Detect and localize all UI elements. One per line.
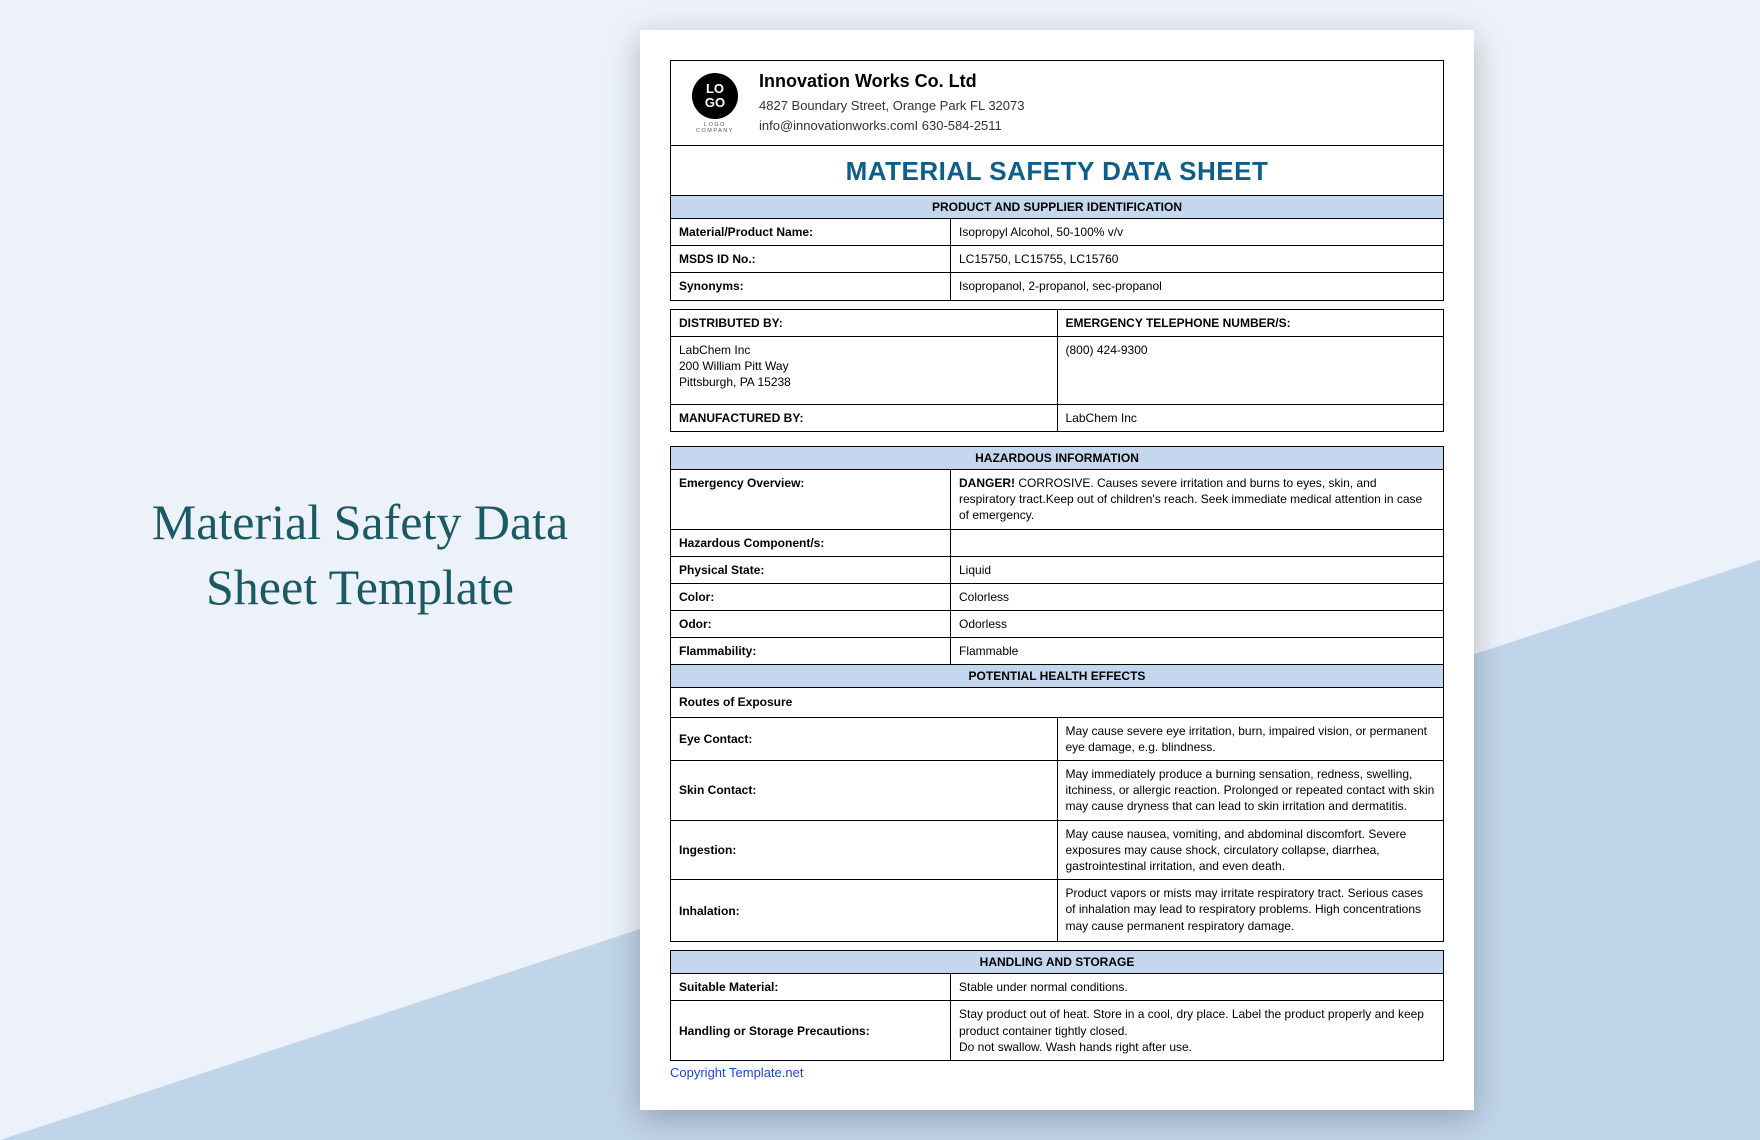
- value-suitable: Stable under normal conditions.: [951, 974, 1444, 1001]
- table-row: Inhalation:Product vapors or mists may i…: [671, 880, 1444, 942]
- health-table: Routes of Exposure Eye Contact:May cause…: [670, 688, 1444, 942]
- logo: LOGO LOGO COMPANY: [685, 73, 745, 134]
- handling-table: Suitable Material:Stable under normal co…: [670, 974, 1444, 1061]
- label-color: Color:: [671, 583, 951, 610]
- value-flammability: Flammable: [951, 638, 1444, 665]
- section-header-health: POTENTIAL HEALTH EFFECTS: [670, 665, 1444, 688]
- table-row: Skin Contact:May immediately produce a b…: [671, 761, 1444, 821]
- value-handling: Stay product out of heat. Store in a coo…: [951, 1001, 1444, 1061]
- logo-subtext: LOGO COMPANY: [685, 122, 745, 134]
- copyright-link[interactable]: Copyright Template.net: [670, 1065, 803, 1080]
- value-msds: LC15750, LC15755, LC15760: [951, 246, 1444, 273]
- label-odor: Odor:: [671, 611, 951, 638]
- table-row: Synonyms:Isopropanol, 2-propanol, sec-pr…: [671, 273, 1444, 300]
- product-table: Material/Product Name:Isopropyl Alcohol,…: [670, 219, 1444, 301]
- table-row: Eye Contact:May cause severe eye irritat…: [671, 717, 1444, 760]
- value-ingestion: May cause nausea, vomiting, and abdomina…: [1057, 820, 1444, 880]
- document-header: LOGO LOGO COMPANY Innovation Works Co. L…: [670, 60, 1444, 146]
- table-row: DISTRIBUTED BY: EMERGENCY TELEPHONE NUMB…: [671, 309, 1444, 336]
- table-row: Ingestion:May cause nausea, vomiting, an…: [671, 820, 1444, 880]
- label-ingestion: Ingestion:: [671, 820, 1058, 880]
- value-distributed: LabChem Inc 200 William Pitt Way Pittsbu…: [671, 336, 1058, 404]
- table-row: Material/Product Name:Isopropyl Alcohol,…: [671, 219, 1444, 246]
- value-color: Colorless: [951, 583, 1444, 610]
- table-row: Handling or Storage Precautions:Stay pro…: [671, 1001, 1444, 1061]
- value-inhalation: Product vapors or mists may irritate res…: [1057, 880, 1444, 942]
- label-inhalation: Inhalation:: [671, 880, 1058, 942]
- value-skin: May immediately produce a burning sensat…: [1057, 761, 1444, 821]
- table-row: Suitable Material:Stable under normal co…: [671, 974, 1444, 1001]
- label-flammability: Flammability:: [671, 638, 951, 665]
- value-odor: Odorless: [951, 611, 1444, 638]
- table-row: Flammability:Flammable: [671, 638, 1444, 665]
- table-row: Physical State:Liquid: [671, 556, 1444, 583]
- table-row: MANUFACTURED BY: LabChem Inc: [671, 404, 1444, 431]
- label-suitable: Suitable Material:: [671, 974, 951, 1001]
- value-eye: May cause severe eye irritation, burn, i…: [1057, 717, 1444, 760]
- label-handling: Handling or Storage Precautions:: [671, 1001, 951, 1061]
- label-material: Material/Product Name:: [671, 219, 951, 246]
- value-overview: DANGER! CORROSIVE. Causes severe irritat…: [951, 470, 1444, 529]
- document-title: MATERIAL SAFETY DATA SHEET: [846, 156, 1269, 186]
- company-name: Innovation Works Co. Ltd: [759, 71, 1429, 92]
- document-title-row: MATERIAL SAFETY DATA SHEET: [670, 146, 1444, 196]
- label-manufactured: MANUFACTURED BY:: [671, 404, 1058, 431]
- page-title-line2: Sheet Template: [206, 559, 514, 615]
- table-row: Hazardous Component/s:: [671, 529, 1444, 556]
- section-header-handling: HANDLING AND STORAGE: [670, 950, 1444, 974]
- document-page: LOGO LOGO COMPANY Innovation Works Co. L…: [640, 30, 1474, 1110]
- value-emergency: (800) 424-9300: [1057, 336, 1444, 404]
- value-manufactured: LabChem Inc: [1057, 404, 1444, 431]
- table-row: LabChem Inc 200 William Pitt Way Pittsbu…: [671, 336, 1444, 404]
- label-synonyms: Synonyms:: [671, 273, 951, 300]
- table-row: Routes of Exposure: [671, 688, 1444, 717]
- label-overview: Emergency Overview:: [671, 470, 951, 529]
- table-row: Odor:Odorless: [671, 611, 1444, 638]
- label-distributed: DISTRIBUTED BY:: [671, 309, 1058, 336]
- company-contact: info@innovationworks.comI 630-584-2511: [759, 116, 1429, 136]
- company-address: 4827 Boundary Street, Orange Park FL 320…: [759, 96, 1429, 116]
- value-synonyms: Isopropanol, 2-propanol, sec-propanol: [951, 273, 1444, 300]
- table-row: MSDS ID No.:LC15750, LC15755, LC15760: [671, 246, 1444, 273]
- section-header-hazardous: HAZARDOUS INFORMATION: [670, 446, 1444, 470]
- value-components: [951, 529, 1444, 556]
- label-eye: Eye Contact:: [671, 717, 1058, 760]
- section-header-product: PRODUCT AND SUPPLIER IDENTIFICATION: [670, 196, 1444, 219]
- label-skin: Skin Contact:: [671, 761, 1058, 821]
- value-state: Liquid: [951, 556, 1444, 583]
- value-material: Isopropyl Alcohol, 50-100% v/v: [951, 219, 1444, 246]
- table-row: Color:Colorless: [671, 583, 1444, 610]
- label-components: Hazardous Component/s:: [671, 529, 951, 556]
- label-emergency: EMERGENCY TELEPHONE NUMBER/S:: [1057, 309, 1444, 336]
- label-routes: Routes of Exposure: [671, 688, 1444, 717]
- label-msds: MSDS ID No.:: [671, 246, 951, 273]
- page-title: Material Safety Data Sheet Template: [100, 490, 620, 620]
- distributor-table: DISTRIBUTED BY: EMERGENCY TELEPHONE NUMB…: [670, 309, 1444, 432]
- table-row: Emergency Overview: DANGER! CORROSIVE. C…: [671, 470, 1444, 529]
- hazardous-table: Emergency Overview: DANGER! CORROSIVE. C…: [670, 470, 1444, 666]
- logo-icon: LOGO: [692, 73, 738, 119]
- page-title-line1: Material Safety Data: [152, 494, 568, 550]
- label-state: Physical State:: [671, 556, 951, 583]
- company-info: Innovation Works Co. Ltd 4827 Boundary S…: [759, 71, 1429, 135]
